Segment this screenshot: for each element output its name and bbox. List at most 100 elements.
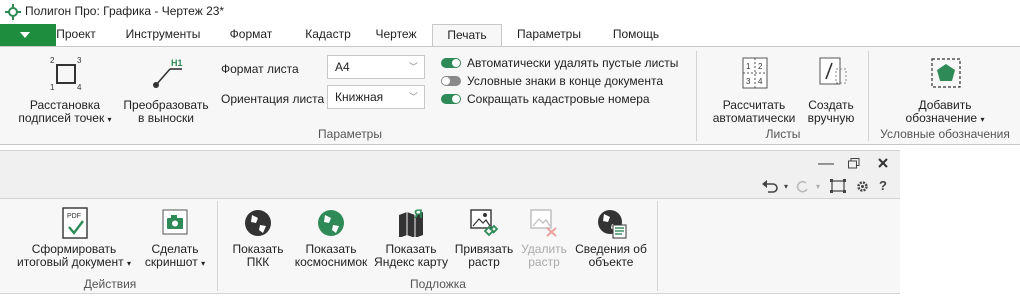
- remove-raster-line2: растр: [528, 255, 560, 269]
- object-info-line2: объекте: [588, 255, 634, 269]
- redo-icon[interactable]: [796, 179, 810, 193]
- minimize-icon[interactable]: —: [818, 156, 834, 172]
- svg-text:H1: H1: [171, 58, 183, 68]
- dropdown-arrow-icon: ▾: [107, 115, 112, 124]
- add-symbol-button[interactable]: Добавить обозначение ▾: [890, 53, 1000, 127]
- camera-icon: [162, 209, 188, 235]
- add-symbol-line2: обозначение: [905, 111, 978, 125]
- window-title: Полигон Про: Графика - Чертеж 23*: [25, 4, 225, 18]
- point-labels-icon: 2 3 1 4: [50, 56, 82, 91]
- remove-raster-button[interactable]: Удалить растр: [516, 205, 572, 271]
- convert-line2: в выноски: [138, 111, 194, 125]
- show-yandex-line2: Яндекс карту: [374, 255, 448, 269]
- ribbon-panel: 2 3 1 4 Расстановка подписей точек ▾ H1 …: [0, 46, 1020, 145]
- tab-project[interactable]: Проект: [56, 24, 96, 46]
- tab-cadastre[interactable]: Кадастр: [296, 24, 360, 46]
- group-divider: [868, 51, 869, 141]
- show-satellite-button[interactable]: Показать космоснимок: [290, 205, 372, 271]
- sheet-format-select[interactable]: A4 ﹀: [327, 55, 425, 79]
- svg-text:2: 2: [758, 62, 763, 71]
- app-menu-button[interactable]: [0, 24, 56, 46]
- sheet-pencil-icon: [819, 57, 847, 85]
- group-label-actions: Действия: [83, 277, 137, 291]
- generate-document-line2: итоговый документ: [17, 255, 124, 269]
- screenshot-button[interactable]: Сделать скриншот ▾: [140, 205, 210, 271]
- group-label-substrate: Подложка: [410, 277, 466, 291]
- svg-text:3: 3: [746, 77, 751, 86]
- toggle-shorten-numbers-label: Сокращать кадастровые номера: [467, 92, 650, 106]
- sheet-orientation-value: Книжная: [335, 90, 384, 104]
- dropdown-arrow-icon: ▾: [126, 259, 131, 268]
- svg-text:4: 4: [758, 77, 763, 86]
- group-label-sheets: Листы: [765, 127, 801, 141]
- sheet-format-value: A4: [335, 60, 350, 74]
- close-icon[interactable]: [878, 158, 888, 168]
- add-symbol-icon: [931, 58, 961, 88]
- screenshot-line2: скриншот: [144, 255, 198, 269]
- chevron-down-icon: ﹀: [408, 62, 418, 72]
- dropdown-arrow-icon: ▾: [980, 115, 985, 124]
- toggle-remove-empty-sheets[interactable]: [441, 58, 461, 68]
- calc-auto-button[interactable]: 1 2 3 4 Рассчитать автоматически: [706, 53, 802, 127]
- settings-icon[interactable]: [856, 180, 869, 193]
- dropdown-arrow-icon: ▾: [201, 259, 206, 268]
- restore-icon[interactable]: [848, 158, 860, 169]
- globe-info-icon: [598, 210, 627, 239]
- callout-icon: H1: [153, 58, 183, 88]
- fit-view-icon[interactable]: [830, 179, 846, 193]
- sheet-grid-icon: 1 2 3 4: [742, 57, 768, 89]
- create-manual-button[interactable]: Создать вручную: [802, 53, 860, 127]
- svg-text:2: 2: [50, 56, 55, 65]
- globe-dark-icon: [245, 210, 271, 236]
- svg-text:1: 1: [50, 83, 55, 91]
- bind-raster-line2: растр: [468, 255, 500, 269]
- tab-drawing[interactable]: Чертеж: [368, 24, 424, 46]
- redo-dropdown-icon[interactable]: ▾: [816, 180, 820, 194]
- secondary-ribbon: PDF Сформировать итоговый документ ▾ Сде…: [0, 198, 900, 294]
- title-bar: Полигон Про: Графика - Чертеж 23*: [0, 0, 1020, 24]
- help-icon[interactable]: ?: [879, 179, 887, 193]
- yandex-map-icon: Я: [399, 207, 423, 237]
- toggle-legend-at-end[interactable]: [441, 76, 461, 86]
- convert-callouts-button[interactable]: H1 Преобразовать в выноски: [120, 53, 212, 127]
- tab-tools[interactable]: Инструменты: [118, 24, 208, 46]
- calc-auto-line2: автоматически: [712, 111, 796, 125]
- object-info-button[interactable]: Сведения об объекте: [572, 205, 650, 271]
- tab-help[interactable]: Помощь: [604, 24, 668, 46]
- tab-print[interactable]: Печать: [432, 24, 502, 47]
- toggle-remove-empty-sheets-label: Автоматически удалять пустые листы: [467, 56, 679, 70]
- group-divider: [657, 201, 658, 291]
- tab-parameters[interactable]: Параметры: [510, 24, 588, 46]
- dropdown-arrow-icon: [20, 32, 30, 38]
- app-logo-icon: [5, 4, 21, 20]
- show-satellite-line2: космоснимок: [294, 255, 368, 269]
- toggle-shorten-numbers[interactable]: [441, 94, 461, 104]
- group-label-parameters: Параметры: [318, 127, 382, 141]
- undo-dropdown-icon[interactable]: ▾: [784, 180, 788, 194]
- image-link-icon: [470, 209, 498, 237]
- sheet-format-label: Формат листа: [221, 62, 299, 76]
- svg-text:3: 3: [77, 56, 82, 65]
- point-labels-button[interactable]: 2 3 1 4 Расстановка подписей точек ▾: [10, 53, 120, 127]
- ribbon-tabs: Проект Инструменты Формат Кадастр Чертеж…: [0, 24, 1020, 47]
- svg-text:Я: Я: [414, 207, 423, 221]
- chevron-down-icon: ﹀: [408, 92, 418, 102]
- svg-text:1: 1: [746, 62, 751, 71]
- show-pkk-line2: ПКК: [246, 255, 270, 269]
- pdf-document-icon: PDF: [62, 207, 88, 239]
- show-yandex-map-button[interactable]: Я Показать Яндекс карту: [372, 205, 450, 271]
- group-label-symbols: Условные обозначения: [880, 127, 1010, 141]
- image-remove-icon: [530, 209, 557, 237]
- svg-text:4: 4: [77, 83, 82, 91]
- group-divider: [217, 201, 218, 291]
- globe-green-icon: [318, 210, 344, 236]
- svg-text:PDF: PDF: [67, 213, 81, 220]
- bind-raster-button[interactable]: Привязать растр: [452, 205, 516, 271]
- toggle-legend-at-end-label: Условные знаки в конце документа: [467, 74, 664, 88]
- sheet-orientation-select[interactable]: Книжная ﹀: [327, 85, 425, 109]
- point-labels-line2: подписей точек: [18, 111, 105, 125]
- generate-document-button[interactable]: PDF Сформировать итоговый документ ▾: [10, 205, 138, 271]
- show-pkk-button[interactable]: Показать ПКК: [228, 205, 288, 271]
- tab-format[interactable]: Формат: [223, 24, 279, 46]
- undo-icon[interactable]: [762, 179, 778, 193]
